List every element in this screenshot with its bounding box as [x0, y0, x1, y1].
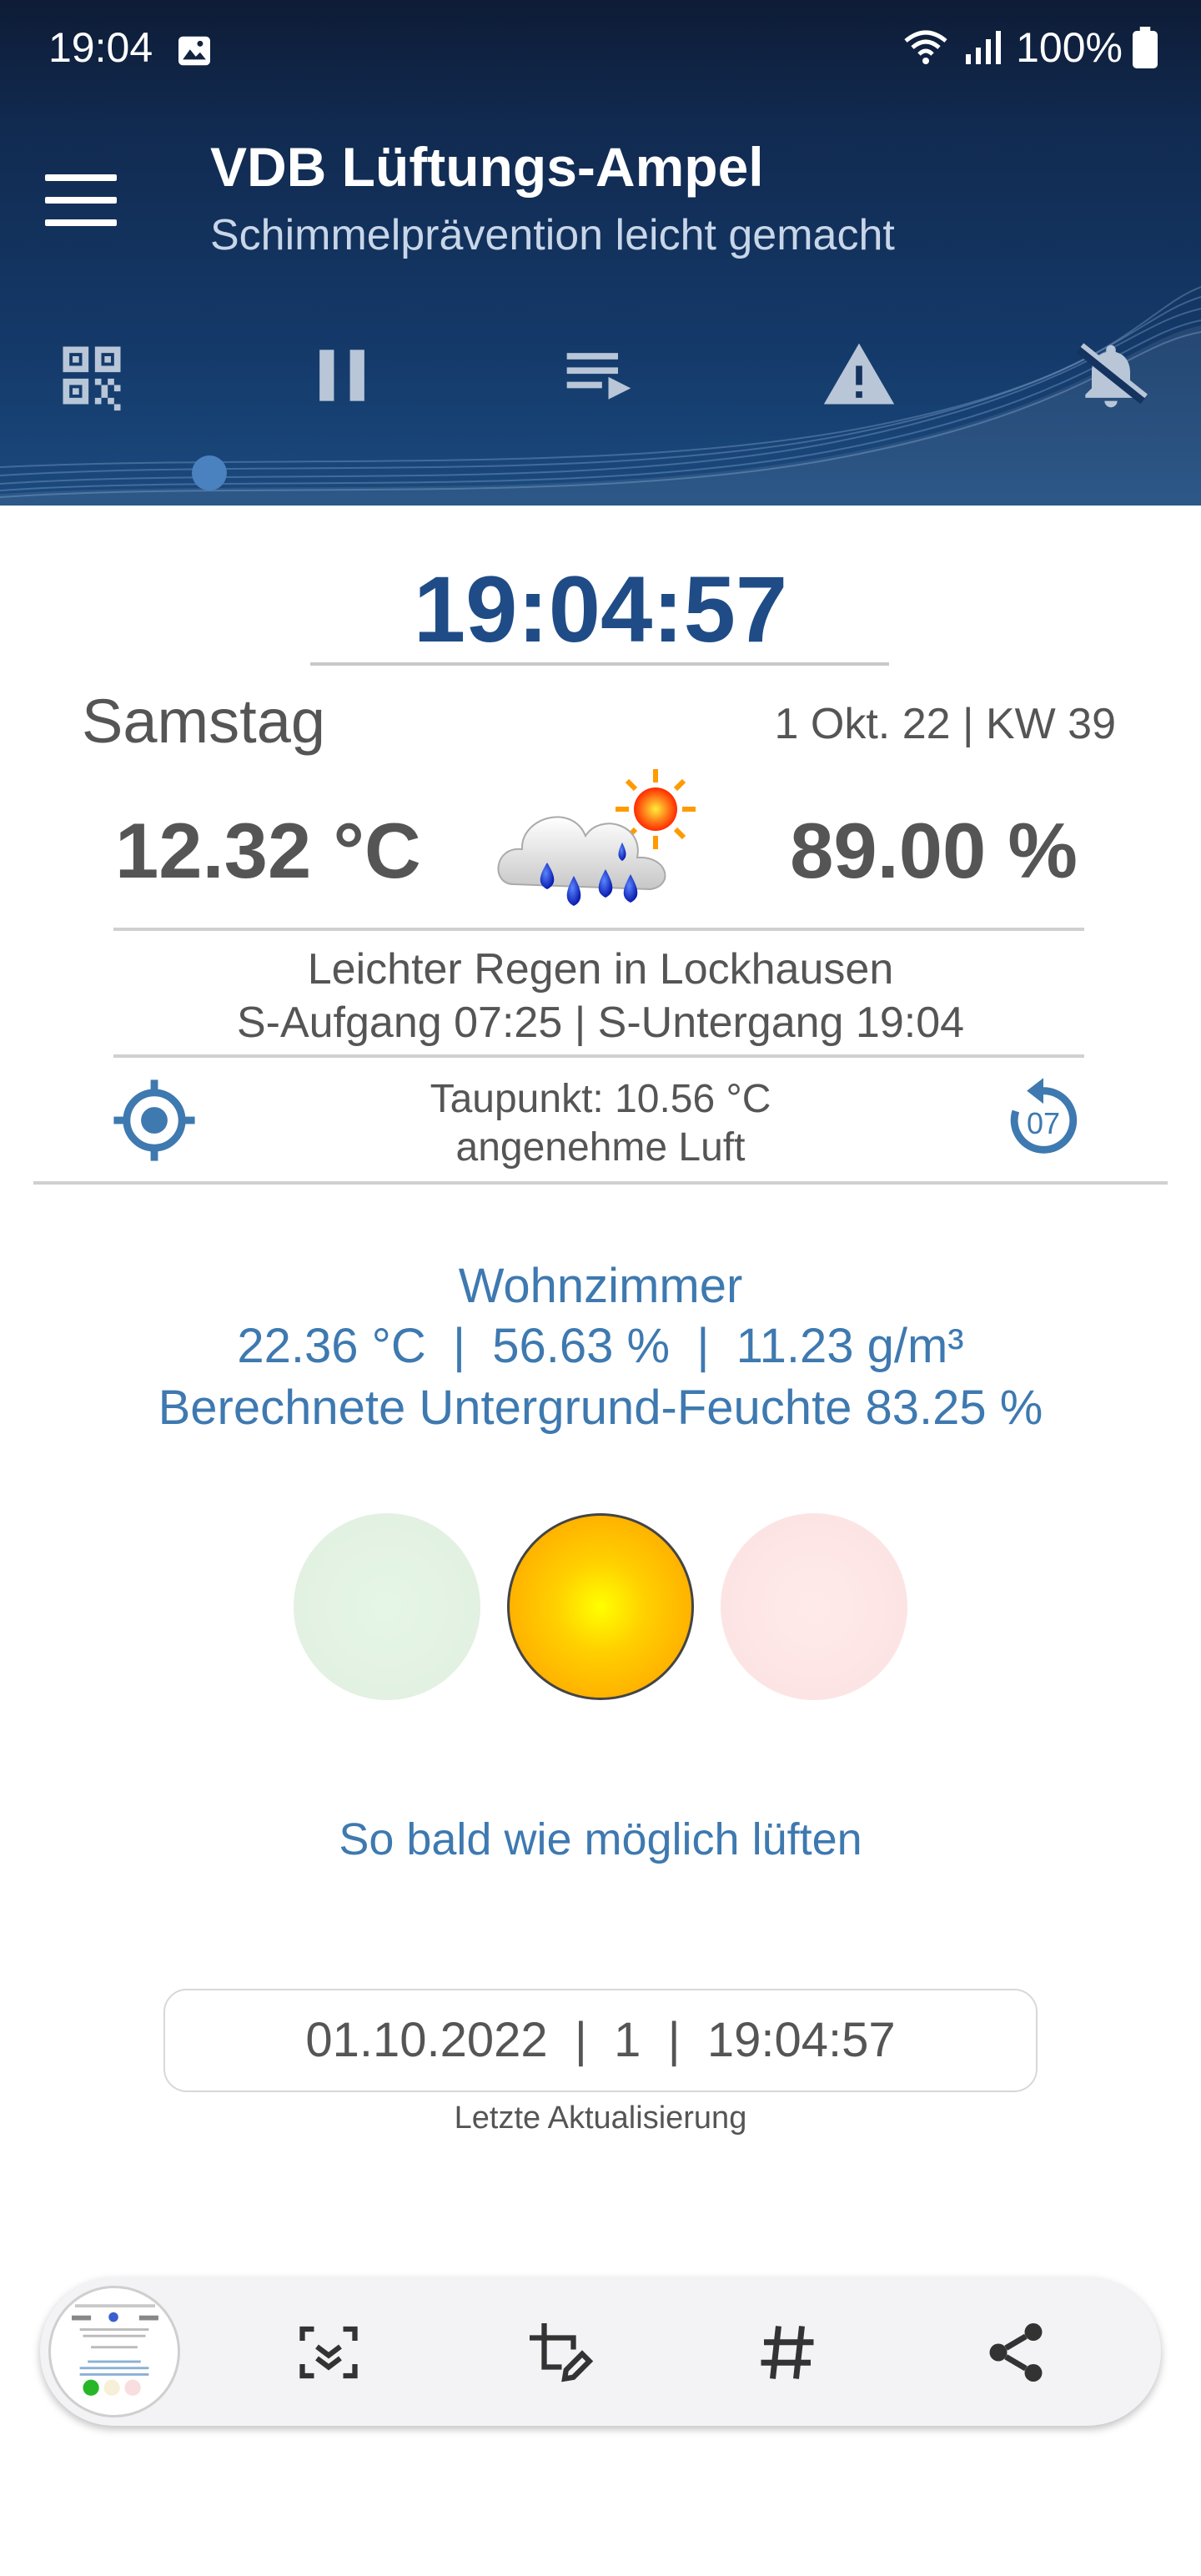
- traffic-light-red: [721, 1513, 907, 1700]
- clock-divider: [310, 662, 889, 666]
- page-indicator-dot: [192, 455, 227, 491]
- last-update-value: 01.10.2022 | 1 | 19:04:57: [163, 1989, 1038, 2092]
- status-time: 19:04: [48, 24, 153, 71]
- last-update-label: Letzte Aktualisierung: [454, 2101, 747, 2136]
- outdoor-temperature: 12.32 °C: [115, 807, 421, 894]
- pause-icon: [319, 350, 364, 401]
- divider: [33, 1181, 1168, 1185]
- edit-crop-button[interactable]: [517, 2311, 600, 2394]
- wifi-icon: [904, 30, 947, 64]
- refresh-timer-button[interactable]: 07: [999, 1076, 1088, 1165]
- status-right: 100%: [902, 23, 1158, 72]
- outdoor-humidity: 89.00 %: [790, 807, 1078, 894]
- scan-text-button[interactable]: [287, 2311, 370, 2394]
- share-icon: [989, 2323, 1043, 2382]
- menu-icon[interactable]: [43, 171, 118, 229]
- qr-code-icon: [63, 346, 121, 411]
- current-time: 19:04:57: [413, 557, 788, 662]
- share-button[interactable]: [974, 2311, 1058, 2394]
- room-name: Wohnzimmer: [458, 1259, 743, 1313]
- weekday: Samstag: [82, 687, 326, 756]
- notifications-off-button[interactable]: [1069, 334, 1153, 417]
- app-title: VDB Lüftungs-Ampel: [210, 136, 764, 198]
- weather-description: Leichter Regen in Lockhausen: [307, 945, 894, 994]
- app-subtitle: Schimmelprävention leicht gemacht: [210, 211, 895, 259]
- traffic-light-yellow: [507, 1513, 694, 1700]
- pause-button[interactable]: [300, 334, 384, 417]
- hashtag-icon: [761, 2326, 814, 2379]
- room-values: 22.36 °C | 56.63 % | 11.23 g/m³: [237, 1319, 964, 1373]
- rain-sun-weather-icon: [497, 769, 696, 906]
- gallery-notification-icon: [178, 36, 210, 66]
- refresh-count: 07: [1026, 1106, 1061, 1140]
- battery-percent: 100%: [1016, 24, 1123, 71]
- notifications-off-icon: [1076, 343, 1148, 408]
- hashtag-button[interactable]: [746, 2311, 829, 2394]
- divider: [113, 928, 1084, 931]
- scan-text-icon: [299, 2326, 358, 2379]
- app-header: 19:04 100% VDB Lüftungs-Ampel Schimmelpr…: [0, 0, 1201, 506]
- qr-code-button[interactable]: [50, 334, 133, 417]
- signal-icon: [966, 31, 1002, 64]
- status-bar: 19:04 100%: [0, 0, 1201, 100]
- battery-icon: [1133, 27, 1158, 68]
- thumbnail-preview: [72, 2304, 158, 2396]
- ventilation-advice: So bald wie möglich lüften: [339, 1814, 862, 1864]
- playlist-button[interactable]: [557, 334, 641, 417]
- sun-times: S-Aufgang 07:25 | S-Untergang 19:04: [236, 999, 965, 1047]
- divider: [113, 1054, 1084, 1058]
- date-info: 1 Okt. 22 | KW 39: [774, 700, 1116, 748]
- warning-button[interactable]: [817, 334, 901, 417]
- traffic-light-green: [294, 1513, 480, 1700]
- playlist-icon: [566, 353, 631, 400]
- surface-humidity: Berechnete Untergrund-Feuchte 83.25 %: [158, 1381, 1043, 1435]
- warning-icon: [823, 343, 895, 405]
- edit-crop-icon: [530, 2323, 594, 2382]
- screenshot-thumbnail[interactable]: [48, 2286, 180, 2418]
